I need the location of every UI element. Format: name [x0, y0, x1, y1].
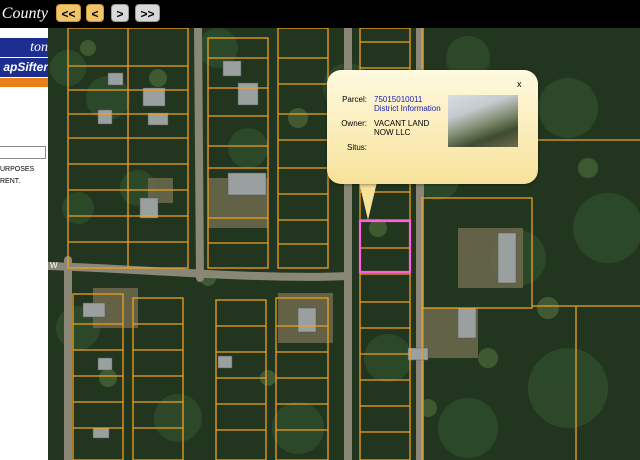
county-logo: County	[1, 5, 48, 22]
sidebar-accent-bar	[0, 78, 48, 87]
sidebar: ton apSifter URPOSES RENT.	[0, 28, 48, 460]
district-info[interactable]: District Information	[374, 104, 441, 113]
road-label: W	[50, 261, 58, 270]
parcel-photo[interactable]	[448, 95, 518, 147]
disclaimer-line-2: RENT.	[0, 178, 21, 185]
next-record-button[interactable]: >	[111, 4, 129, 22]
disclaimer-line-1: URPOSES	[0, 166, 35, 173]
situs-label: Situs:	[346, 143, 367, 152]
owner-label: Owner:	[341, 119, 367, 128]
town-banner: ton	[0, 38, 48, 57]
search-input[interactable]	[0, 146, 46, 159]
last-record-button[interactable]: >>	[135, 4, 160, 22]
owner-line-1: VACANT LAND	[374, 119, 430, 128]
parcel-info-popup: x Parcel: 75015010011 District Informati…	[327, 70, 538, 184]
district-information-link[interactable]: District Information	[374, 104, 441, 113]
parcel-label: Parcel:	[342, 95, 367, 104]
top-toolbar: County << < > >>	[0, 0, 640, 28]
parcel-number[interactable]: 75015010011	[374, 95, 422, 104]
first-record-button[interactable]: <<	[56, 4, 81, 22]
close-icon[interactable]: x	[517, 79, 522, 89]
owner-line-2: NOW LLC	[374, 128, 411, 137]
previous-record-button[interactable]: <	[86, 4, 104, 22]
parcel-number-link[interactable]: 75015010011	[374, 95, 422, 104]
mapsifter-banner[interactable]: apSifter	[0, 58, 48, 77]
popup-pointer	[359, 182, 377, 220]
